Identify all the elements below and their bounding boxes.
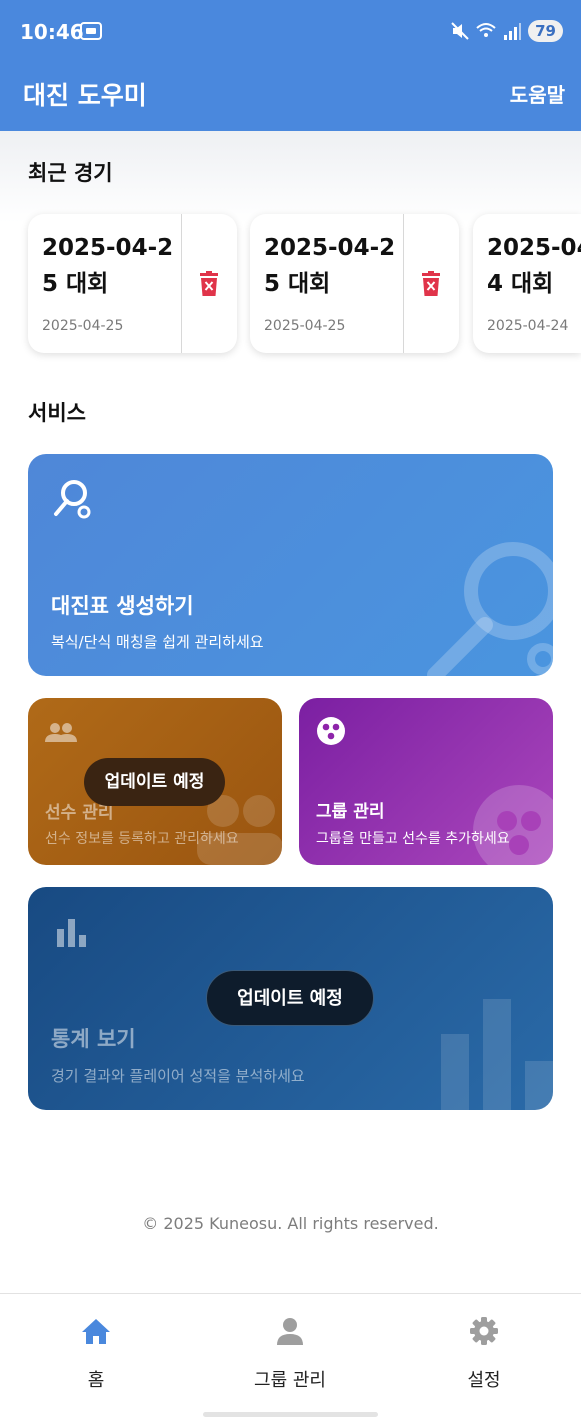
trash-icon: [200, 270, 218, 296]
status-time: 10:46: [20, 20, 84, 44]
match-date: 2025-04-25: [42, 318, 124, 334]
players-update-badge: 업데이트 예정: [84, 758, 225, 806]
battery-indicator: 79: [528, 20, 563, 42]
bottom-navigation: 홈 그룹 관리 설정: [0, 1293, 581, 1426]
gesture-bar: [203, 1412, 378, 1417]
recent-matches-title: 최근 경기: [28, 161, 113, 185]
person-icon: [277, 1318, 303, 1345]
nav-home[interactable]: 홈: [36, 1316, 156, 1392]
racket-icon: [54, 480, 91, 519]
bracket-title: 대진표 생성하기: [51, 594, 194, 618]
nav-group-label: 그룹 관리: [254, 1370, 326, 1391]
recent-match-card[interactable]: 2025-04-25 대회 2025-04-25: [250, 214, 459, 353]
group-title: 그룹 관리: [316, 802, 385, 822]
wifi-icon: [476, 23, 496, 37]
status-icons: 79: [450, 20, 563, 42]
stats-update-badge: 업데이트 예정: [206, 970, 374, 1026]
recent-match-card[interactable]: 2025-04-24 대회 2025-04-24: [473, 214, 581, 353]
group-watermark-icon: [473, 785, 553, 865]
signal-icon: [504, 23, 522, 40]
copyright-text: © 2025 Kuneosu. All rights reserved.: [142, 1214, 439, 1233]
racket-watermark-icon: [427, 542, 553, 676]
bar-chart-watermark-icon: [441, 999, 553, 1110]
nav-settings-label: 설정: [467, 1370, 501, 1391]
app-header: 10:46 79 대진 도우미 도움말: [0, 0, 581, 131]
bracket-service-card[interactable]: 대진표 생성하기 복식/단식 매칭을 쉽게 관리하세요: [28, 454, 553, 676]
bar-chart-icon: [57, 919, 86, 947]
app-title: 대진 도우미: [23, 81, 147, 110]
match-name: 2025-04-25 대회: [42, 235, 174, 297]
gear-icon: [470, 1317, 498, 1345]
people-icon: [45, 723, 77, 742]
recent-match-card[interactable]: 2025-04-25 대회 2025-04-25: [28, 214, 237, 353]
services-title: 서비스: [28, 401, 86, 425]
match-date: 2025-04-25: [264, 318, 346, 334]
players-desc: 선수 정보를 등록하고 관리하세요: [45, 831, 239, 847]
group-service-card[interactable]: 그룹 관리 그룹을 만들고 선수를 추가하세요: [299, 698, 553, 865]
group-icon: [317, 717, 345, 745]
home-icon: [82, 1319, 110, 1344]
delete-match-button[interactable]: [181, 214, 237, 353]
nav-group-management[interactable]: 그룹 관리: [230, 1316, 350, 1392]
mute-icon: [451, 22, 469, 40]
group-desc: 그룹을 만들고 선수를 추가하세요: [316, 831, 510, 847]
match-name: 2025-04-25 대회: [264, 235, 396, 297]
match-name: 2025-04-24 대회: [487, 235, 581, 297]
stats-desc: 경기 결과와 플레이어 성적을 분석하세요: [51, 1067, 305, 1085]
match-date: 2025-04-24: [487, 318, 569, 334]
help-button[interactable]: 도움말: [510, 79, 565, 108]
bracket-desc: 복식/단식 매칭을 쉽게 관리하세요: [51, 633, 264, 651]
nav-home-label: 홈: [87, 1370, 105, 1391]
trash-icon: [422, 270, 440, 296]
screenshot-icon: [80, 22, 102, 40]
delete-match-button[interactable]: [403, 214, 459, 353]
stats-title: 통계 보기: [51, 1027, 136, 1051]
nav-settings[interactable]: 설정: [424, 1316, 544, 1392]
status-bar: 10:46 79: [0, 0, 581, 64]
